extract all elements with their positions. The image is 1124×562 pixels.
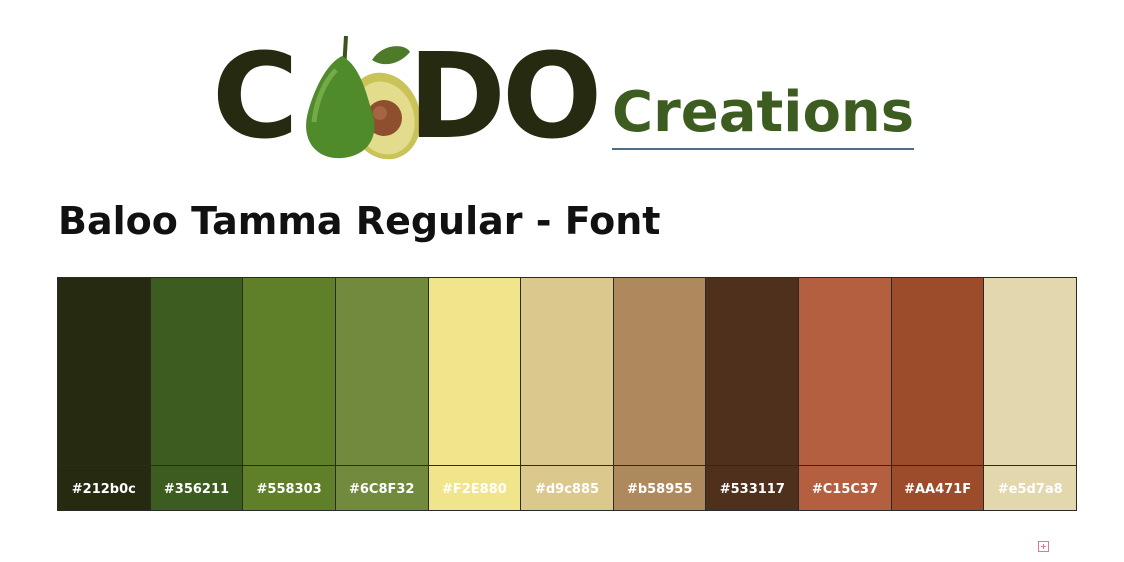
color-swatch-label: #b58955 bbox=[613, 465, 706, 512]
color-swatch-label: #558303 bbox=[243, 465, 335, 512]
color-swatch-label: #d9c885 bbox=[521, 465, 613, 512]
color-swatch-label: #F2E880 bbox=[428, 465, 521, 512]
color-palette: #212b0c #356211 #558303 #6C8F32 #F2E880 #d9c8… bbox=[57, 277, 1077, 511]
logo-letter-c: C bbox=[212, 27, 299, 165]
color-swatch-label: #AA471F bbox=[891, 465, 984, 512]
color-swatch: #C15C37 bbox=[798, 278, 891, 510]
color-swatch: #e5d7a8 bbox=[983, 278, 1077, 512]
color-swatch: #d9c885 bbox=[520, 278, 613, 510]
color-swatch: #F2E880 bbox=[427, 278, 521, 512]
color-swatch: #356211 bbox=[149, 278, 243, 512]
color-swatch-label: #533117 bbox=[706, 465, 799, 512]
font-title: Baloo Tamma Regular - Font bbox=[58, 199, 661, 243]
logo-creations-word: Creations bbox=[612, 80, 915, 150]
logo-letters-do: DO bbox=[408, 27, 602, 165]
color-swatch-label: #212b0c bbox=[58, 465, 150, 512]
avocado-icon bbox=[306, 35, 421, 160]
color-swatch-label: #C15C37 bbox=[799, 465, 891, 512]
color-swatch: #AA471F bbox=[890, 278, 984, 512]
color-swatch: #212b0c bbox=[58, 278, 150, 510]
color-swatch: #b58955 bbox=[612, 278, 706, 512]
logo: C DO Creations bbox=[212, 30, 972, 165]
color-swatch: #558303 bbox=[242, 278, 335, 510]
add-icon[interactable] bbox=[1038, 541, 1049, 552]
color-swatch-label: #356211 bbox=[150, 465, 243, 512]
color-swatch-label: #e5d7a8 bbox=[984, 465, 1077, 512]
color-swatch: #6C8F32 bbox=[334, 278, 428, 512]
color-swatch-label: #6C8F32 bbox=[335, 465, 428, 512]
color-swatch: #533117 bbox=[705, 278, 799, 512]
